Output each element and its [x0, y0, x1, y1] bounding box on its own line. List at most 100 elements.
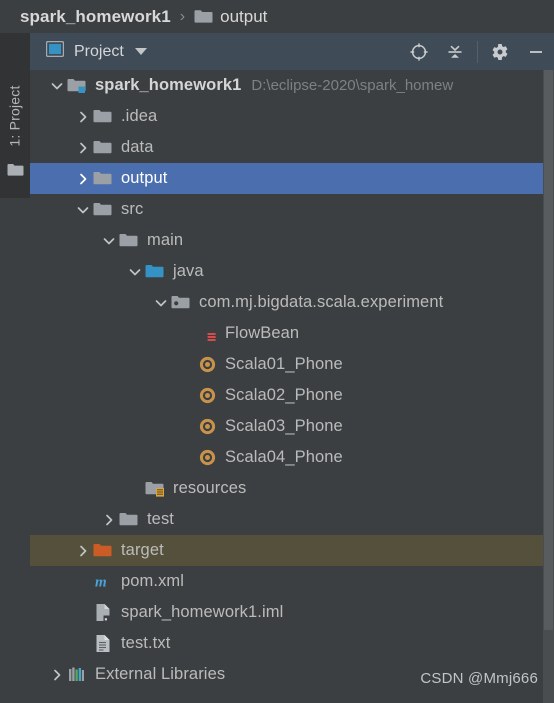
tree-row-label: test [147, 510, 174, 528]
tree-row-label: output [121, 169, 168, 187]
tree-row-scala02[interactable]: Scala02_Phone [30, 380, 554, 411]
tree-row-output[interactable]: output [30, 163, 554, 194]
tree-arrow-placeholder [178, 380, 196, 411]
breadcrumb-separator-icon: › [179, 7, 186, 25]
tree-row-label: Scala02_Phone [225, 386, 343, 404]
project-panel-title: Project [74, 42, 124, 60]
tool-window-tab-label: 1: Project [7, 84, 24, 147]
project-tree[interactable]: spark_homework1 D:\eclipse-2020\spark_hom… [30, 70, 554, 703]
tree-arrow-placeholder [126, 473, 144, 504]
minimize-button[interactable] [518, 33, 554, 70]
tree-row-label: main [147, 231, 184, 249]
package-icon [170, 287, 192, 318]
left-tool-strip: 1: Project [0, 33, 30, 703]
scala-class-icon [196, 318, 218, 349]
module-folder-icon [66, 70, 88, 101]
tree-row-label: Scala01_Phone [225, 355, 343, 373]
breadcrumb-current[interactable]: output [220, 7, 267, 27]
locate-button[interactable] [401, 33, 437, 70]
scrollbar-thumb[interactable] [544, 70, 553, 630]
libraries-icon [66, 659, 88, 690]
tree-arrow-placeholder [178, 411, 196, 442]
tree-row-java[interactable]: java [30, 256, 554, 287]
tree-row-idea[interactable]: .idea [30, 101, 554, 132]
tree-row-target[interactable]: target [30, 535, 554, 566]
scala-object-icon [196, 380, 218, 411]
tree-row-data[interactable]: data [30, 132, 554, 163]
chevron-down-icon[interactable] [100, 225, 118, 256]
chevron-down-icon[interactable] [126, 256, 144, 287]
tree-row-label: resources [173, 479, 247, 497]
folder-icon [92, 132, 114, 163]
scala-object-icon [196, 349, 218, 380]
tree-row-pom[interactable]: m pom.xml [30, 566, 554, 597]
tree-row-test[interactable]: test [30, 504, 554, 535]
tree-row-label: Scala03_Phone [225, 417, 343, 435]
tree-row-src[interactable]: src [30, 194, 554, 225]
source-root-icon [144, 256, 166, 287]
tree-row-label: com.mj.bigdata.scala.experiment [199, 293, 444, 311]
tree-row-label: java [173, 262, 204, 280]
maven-icon: m [92, 566, 114, 597]
tree-row-label: spark_homework1.iml [121, 603, 284, 621]
breadcrumb: spark_homework1 › output [0, 0, 554, 33]
folder-icon [92, 163, 114, 194]
idea-project-tool-window: spark_homework1 › output 1: Project Proj… [0, 0, 554, 703]
project-view-selector[interactable]: Project [30, 40, 147, 62]
tree-row-label: src [121, 200, 144, 218]
folder-icon [118, 504, 140, 535]
tree-row-main[interactable]: main [30, 225, 554, 256]
tree-row-label: External Libraries [95, 665, 226, 683]
tree-row-scala04[interactable]: Scala04_Phone [30, 442, 554, 473]
tree-row-scala01[interactable]: Scala01_Phone [30, 349, 554, 380]
folder-icon [194, 9, 213, 24]
chevron-right-icon[interactable] [74, 101, 92, 132]
text-file-icon [92, 628, 114, 659]
folder-icon [118, 225, 140, 256]
chevron-down-icon[interactable] [134, 48, 147, 55]
tree-row-resources[interactable]: resources [30, 473, 554, 504]
tree-row-label: data [121, 138, 154, 156]
project-panel: Project spark_homework1 D:\eclipse-2020\… [30, 33, 554, 703]
tree-arrow-placeholder [178, 349, 196, 380]
chevron-right-icon[interactable] [100, 504, 118, 535]
resource-root-icon [144, 473, 166, 504]
chevron-down-icon[interactable] [152, 287, 170, 318]
tree-row-label: FlowBean [225, 324, 300, 342]
tree-row-scala03[interactable]: Scala03_Phone [30, 411, 554, 442]
tree-row-label: spark_homework1 [95, 76, 242, 94]
watermark: CSDN @Mmj666 [420, 670, 538, 687]
tree-row-label: Scala04_Phone [225, 448, 343, 466]
chevron-right-icon[interactable] [74, 132, 92, 163]
project-view-icon [45, 40, 65, 62]
tree-row-package[interactable]: com.mj.bigdata.scala.experiment [30, 287, 554, 318]
tree-row-testtxt[interactable]: test.txt [30, 628, 554, 659]
folder-icon [92, 101, 114, 132]
vertical-scrollbar[interactable] [543, 70, 554, 703]
tree-arrow-placeholder [74, 628, 92, 659]
tree-row-label: test.txt [121, 634, 171, 652]
excluded-folder-icon [92, 535, 114, 566]
scala-object-icon [196, 411, 218, 442]
project-panel-header: Project [30, 33, 554, 70]
chevron-right-icon[interactable] [74, 163, 92, 194]
tree-arrow-placeholder [178, 442, 196, 473]
svg-text:m: m [95, 575, 107, 591]
tree-arrow-placeholder [178, 318, 196, 349]
toolbar-divider [477, 40, 478, 63]
tree-row-root[interactable]: spark_homework1 D:\eclipse-2020\spark_hom… [30, 70, 554, 101]
breadcrumb-project[interactable]: spark_homework1 [20, 7, 171, 27]
tree-row-iml[interactable]: spark_homework1.iml [30, 597, 554, 628]
chevron-down-icon[interactable] [48, 70, 66, 101]
tree-row-label: target [121, 541, 164, 559]
tree-row-path: D:\eclipse-2020\spark_homew [251, 77, 454, 94]
chevron-right-icon[interactable] [74, 535, 92, 566]
collapse-all-button[interactable] [437, 33, 473, 70]
settings-button[interactable] [482, 33, 518, 70]
tree-arrow-placeholder [74, 566, 92, 597]
chevron-right-icon[interactable] [48, 659, 66, 690]
tree-row-flowbean[interactable]: FlowBean [30, 318, 554, 349]
chevron-down-icon[interactable] [74, 194, 92, 225]
folder-icon [7, 163, 24, 177]
tree-arrow-placeholder [74, 597, 92, 628]
